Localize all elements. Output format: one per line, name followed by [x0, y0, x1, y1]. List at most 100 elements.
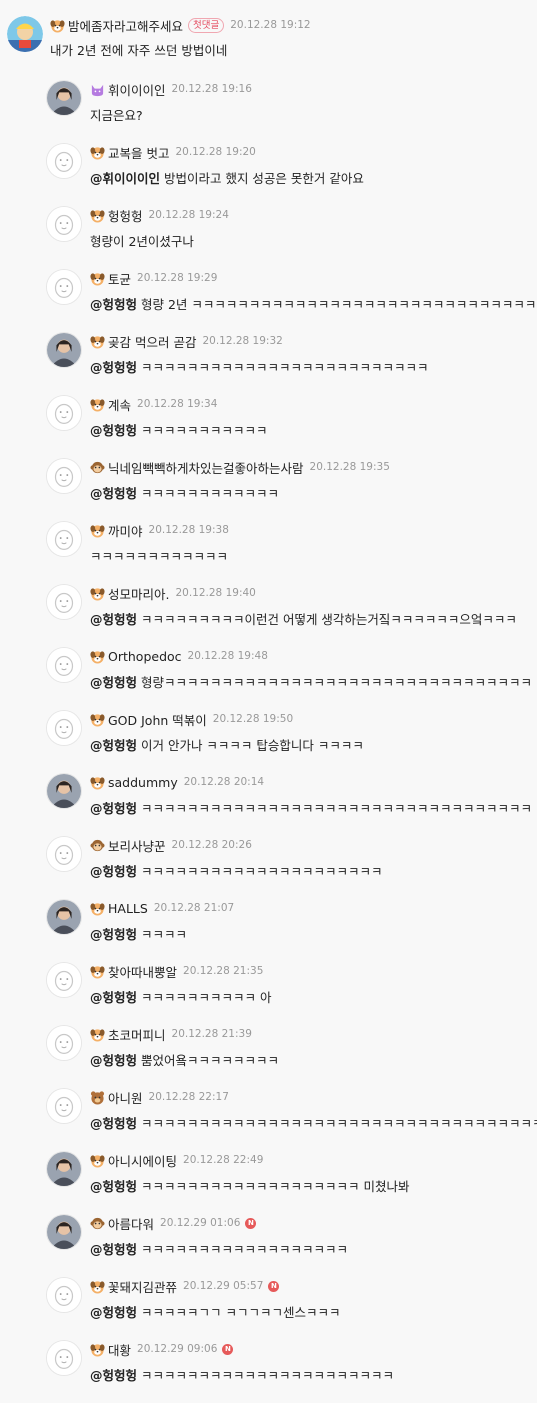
mention-link[interactable]: @헝헝헝 — [90, 1305, 137, 1320]
main-comment: 밤에좀자라고해주세요 첫댓글 20.12.28 19:12 내가 2년 전에 자… — [0, 0, 537, 63]
dog-level-icon — [90, 1279, 105, 1294]
avatar[interactable] — [46, 647, 82, 683]
comment-text: @헝헝헝 ㅋㅋㅋㅋㅋㅋㅋㅋㅋㅋㅋㅋ — [90, 483, 537, 502]
avatar[interactable] — [46, 206, 82, 242]
avatar[interactable] — [46, 458, 82, 494]
timestamp: 20.12.29 09:06 — [137, 1343, 218, 1355]
nickname[interactable]: 닉네임빽빽하게차있는걸좋아하는사람 — [108, 458, 304, 477]
nickname[interactable]: 꽃돼지김관쮸 — [108, 1277, 177, 1296]
avatar[interactable] — [46, 521, 82, 557]
avatar[interactable] — [46, 395, 82, 431]
nickname[interactable]: 보리사냥꾼 — [108, 836, 166, 855]
nickname[interactable]: saddummy — [108, 775, 178, 790]
comment-text: @헝헝헝 ㅋㅋㅋㅋㅋㅋㅋㅋㅋ이런건 어떻게 생각하는거짘ㅋㅋㅋㅋㅋㅋ으엌ㅋㅋㅋ — [90, 609, 537, 628]
mention-link[interactable]: @헝헝헝 — [90, 423, 137, 438]
monkey-level-icon — [90, 460, 105, 475]
avatar[interactable] — [46, 1025, 82, 1061]
mention-link[interactable]: @헝헝헝 — [90, 486, 137, 501]
avatar[interactable] — [46, 1340, 82, 1376]
nickname[interactable]: 아니시에이팅 — [108, 1151, 177, 1170]
reply-comment: 휘이이이인 20.12.28 19:16 지금은요? — [0, 80, 537, 143]
avatar[interactable] — [46, 80, 82, 116]
comment-meta: 대황 20.12.29 09:06 N — [90, 1340, 234, 1359]
mention-link[interactable]: @헝헝헝 — [90, 1242, 137, 1257]
avatar[interactable] — [46, 1151, 82, 1187]
reply-comment: 아니원 20.12.28 22:17 @헝헝헝 ㅋㅋㅋㅋㅋㅋㅋㅋㅋㅋㅋㅋㅋㅋㅋㅋㅋㅋ… — [0, 1088, 537, 1151]
nickname[interactable]: 교복을 벗고 — [108, 143, 169, 162]
avatar[interactable] — [46, 1277, 82, 1313]
reply-comment: 초코머피니 20.12.28 21:39 @헝헝헝 뿜었어욬ㅋㅋㅋㅋㅋㅋㅋㅋ — [0, 1025, 537, 1088]
timestamp: 20.12.28 19:48 — [187, 650, 268, 662]
avatar[interactable] — [46, 584, 82, 620]
nickname[interactable]: 찾아따내뿡알 — [108, 962, 177, 981]
nickname[interactable]: Orthopedoc — [108, 649, 182, 664]
mention-link[interactable]: @헝헝헝 — [90, 675, 137, 690]
mention-link[interactable]: @헝헝헝 — [90, 1116, 137, 1131]
reply-comment: 교복을 벗고 20.12.28 19:20 @휘이이이인 방법이라고 했지 성공은 … — [0, 143, 537, 206]
nickname[interactable]: 아름다워 — [108, 1214, 154, 1233]
mention-link[interactable]: @헝헝헝 — [90, 1053, 137, 1068]
nickname[interactable]: 대황 — [108, 1340, 131, 1359]
timestamp: 20.12.28 19:16 — [171, 83, 252, 95]
nickname[interactable]: 토균 — [108, 269, 131, 288]
comment-text: 형량이 2년이셨구나 — [90, 231, 537, 250]
mention-link[interactable]: @헝헝헝 — [90, 864, 137, 879]
reply-comment: 아름다워 20.12.29 01:06 N @헝헝헝 ㅋㅋㅋㅋㅋㅋㅋㅋㅋㅋㅋㅋㅋㅋㅋㅋ… — [0, 1214, 537, 1277]
avatar[interactable] — [46, 143, 82, 179]
first-comment-badge: 첫댓글 — [188, 17, 225, 33]
nickname[interactable]: 까미야 — [108, 521, 143, 540]
nickname[interactable]: 계속 — [108, 395, 131, 414]
reply-comment: 헝헝헝 20.12.28 19:24 형량이 2년이셨구나 — [0, 206, 537, 269]
comment-body: ㅋㅋㅋㅋㅋㅋㅋㅋㅋㅋㅋㅋㅋㅋㅋㅋㅋㅋㅋㅋㅋㅋㅋㅋㅋㅋㅋㅋㅋㅋㅋㅋㅋㅋ — [137, 801, 532, 816]
avatar[interactable] — [7, 16, 43, 52]
avatar[interactable] — [46, 836, 82, 872]
nickname[interactable]: 초코머피니 — [108, 1025, 166, 1044]
avatar[interactable] — [46, 1214, 82, 1250]
avatar[interactable] — [46, 1088, 82, 1124]
mention-link[interactable]: @헝헝헝 — [90, 1179, 137, 1194]
comment-body: ㅋㅋㅋㅋㅋㅋㅋㅋㅋㅋㅋㅋㅋㅋㅋㅋㅋㅋㅋㅋㅋㅋㅋㅋㅋ — [137, 360, 429, 375]
mention-link[interactable]: @휘이이이인 — [90, 171, 160, 186]
timestamp: 20.12.28 21:35 — [183, 965, 264, 977]
nickname[interactable]: 성모마리아. — [108, 584, 169, 603]
comment-text: 내가 2년 전에 자주 쓰던 방법이네 — [50, 43, 228, 58]
dog-level-icon — [90, 271, 105, 286]
comment-body: ㅋㅋㅋㅋㅋㅋㅋㅋㅋㅋㅋㅋ — [90, 549, 229, 564]
mention-link[interactable]: @헝헝헝 — [90, 801, 137, 816]
reply-comment: saddummy 20.12.28 20:14 @헝헝헝 ㅋㅋㅋㅋㅋㅋㅋㅋㅋㅋㅋㅋㅋ… — [0, 773, 537, 836]
mention-link[interactable]: @헝헝헝 — [90, 927, 137, 942]
timestamp: 20.12.28 19:38 — [148, 524, 229, 536]
mention-link[interactable]: @헝헝헝 — [90, 297, 137, 312]
avatar[interactable] — [46, 899, 82, 935]
mention-link[interactable]: @헝헝헝 — [90, 360, 137, 375]
nickname[interactable]: 곶감 먹으러 곧감 — [108, 332, 196, 351]
avatar[interactable] — [46, 269, 82, 305]
nickname[interactable]: HALLS — [108, 901, 148, 916]
nickname[interactable]: 아니원 — [108, 1088, 143, 1107]
mention-link[interactable]: @헝헝헝 — [90, 990, 137, 1005]
avatar[interactable] — [46, 773, 82, 809]
avatar[interactable] — [46, 962, 82, 998]
nickname[interactable]: 밤에좀자라고해주세요 — [68, 16, 183, 35]
mention-link[interactable]: @헝헝헝 — [90, 612, 137, 627]
comment-text: @헝헝헝 뿜었어욬ㅋㅋㅋㅋㅋㅋㅋㅋ — [90, 1050, 537, 1069]
comment-text: @헝헝헝 형량 2년 ㅋㅋㅋㅋㅋㅋㅋㅋㅋㅋㅋㅋㅋㅋㅋㅋㅋㅋㅋㅋㅋㅋㅋㅋㅋㅋㅋㅋㅋ… — [90, 294, 537, 313]
dog-level-icon — [90, 523, 105, 538]
comment-body: ㅋㅋㅋㅋㅋㄱㄱ ㅋㄱㄱㅋㄱ센스ㅋㅋㅋ — [137, 1305, 341, 1320]
mention-link[interactable]: @헝헝헝 — [90, 738, 137, 753]
comment-body: ㅋㅋㅋㅋㅋㅋㅋㅋㅋ이런건 어떻게 생각하는거짘ㅋㅋㅋㅋㅋㅋ으엌ㅋㅋㅋ — [137, 612, 517, 627]
timestamp: 20.12.28 19:34 — [137, 398, 218, 410]
comment-text: @휘이이이인 방법이라고 했지 성공은 못한거 같아요 — [90, 168, 537, 187]
timestamp: 20.12.28 19:12 — [230, 19, 311, 31]
avatar[interactable] — [46, 710, 82, 746]
comment-body: ㅋㅋㅋㅋㅋㅋㅋㅋㅋㅋㅋㅋㅋㅋㅋㅋㅋㅋㅋ 미쳤나봐 — [137, 1179, 410, 1194]
comment-body: ㅋㅋㅋㅋㅋㅋㅋㅋㅋㅋㅋ — [137, 423, 268, 438]
comment-meta: 초코머피니 20.12.28 21:39 — [90, 1025, 252, 1044]
dog-level-icon — [90, 586, 105, 601]
nickname[interactable]: GOD John 떡볶이 — [108, 710, 207, 729]
avatar[interactable] — [46, 332, 82, 368]
comment-text: @헝헝헝 ㅋㅋㅋㅋㅋㅋㅋㅋㅋㅋㅋㅋㅋㅋㅋㅋㅋㅋㅋㅋㅋㅋ — [90, 1365, 537, 1384]
nickname[interactable]: 휘이이이인 — [108, 80, 166, 99]
mention-link[interactable]: @헝헝헝 — [90, 1368, 137, 1383]
nickname[interactable]: 헝헝헝 — [108, 206, 143, 225]
